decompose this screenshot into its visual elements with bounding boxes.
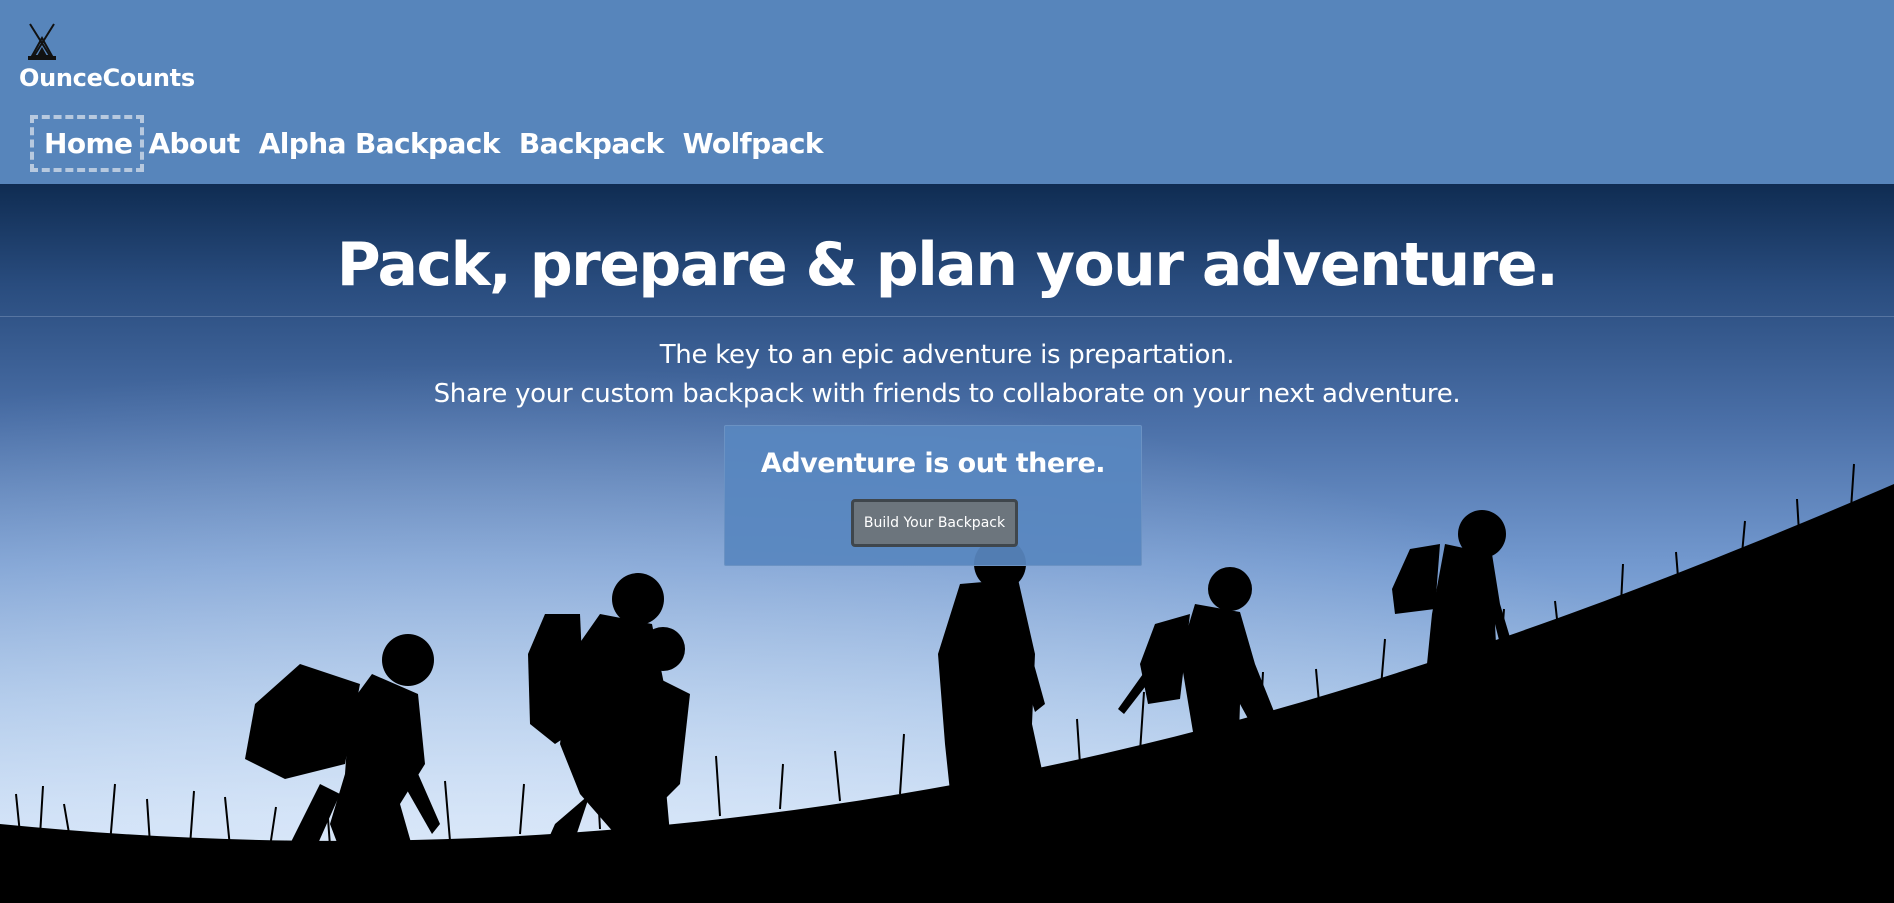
hero-subtitle: The key to an epic adventure is preparta… — [0, 336, 1894, 414]
nav-item-alpha-backpack[interactable]: Alpha Backpack — [259, 127, 501, 160]
brand-name[interactable]: OunceCounts — [19, 64, 195, 92]
site-header: OunceCounts Home About Alpha Backpack Ba… — [0, 0, 1894, 184]
nav-item-backpack[interactable]: Backpack — [519, 127, 664, 160]
tent-camp-icon[interactable] — [22, 20, 62, 62]
cta-heading: Adventure is out there. — [760, 448, 1106, 479]
cta-panel: Adventure is out there. Build Your Backp… — [724, 425, 1142, 566]
nav-item-wolfpack[interactable]: Wolfpack — [683, 127, 824, 160]
hero-subtitle-line1: The key to an epic adventure is preparta… — [659, 340, 1235, 370]
nav-item-home[interactable]: Home — [30, 114, 145, 172]
page: OunceCounts Home About Alpha Backpack Ba… — [0, 0, 1894, 903]
hero-section: Pack, prepare & plan your adventure. The… — [0, 184, 1894, 903]
hero-subtitle-line2: Share your custom backpack with friends … — [433, 379, 1461, 409]
main-nav: Home About Alpha Backpack Backpack Wolfp… — [30, 112, 842, 174]
hero-title: Pack, prepare & plan your adventure. — [336, 230, 1559, 300]
hero-divider — [0, 316, 1894, 317]
nav-item-about[interactable]: About — [148, 127, 240, 160]
build-backpack-button[interactable]: Build Your Backpack — [851, 499, 1018, 547]
